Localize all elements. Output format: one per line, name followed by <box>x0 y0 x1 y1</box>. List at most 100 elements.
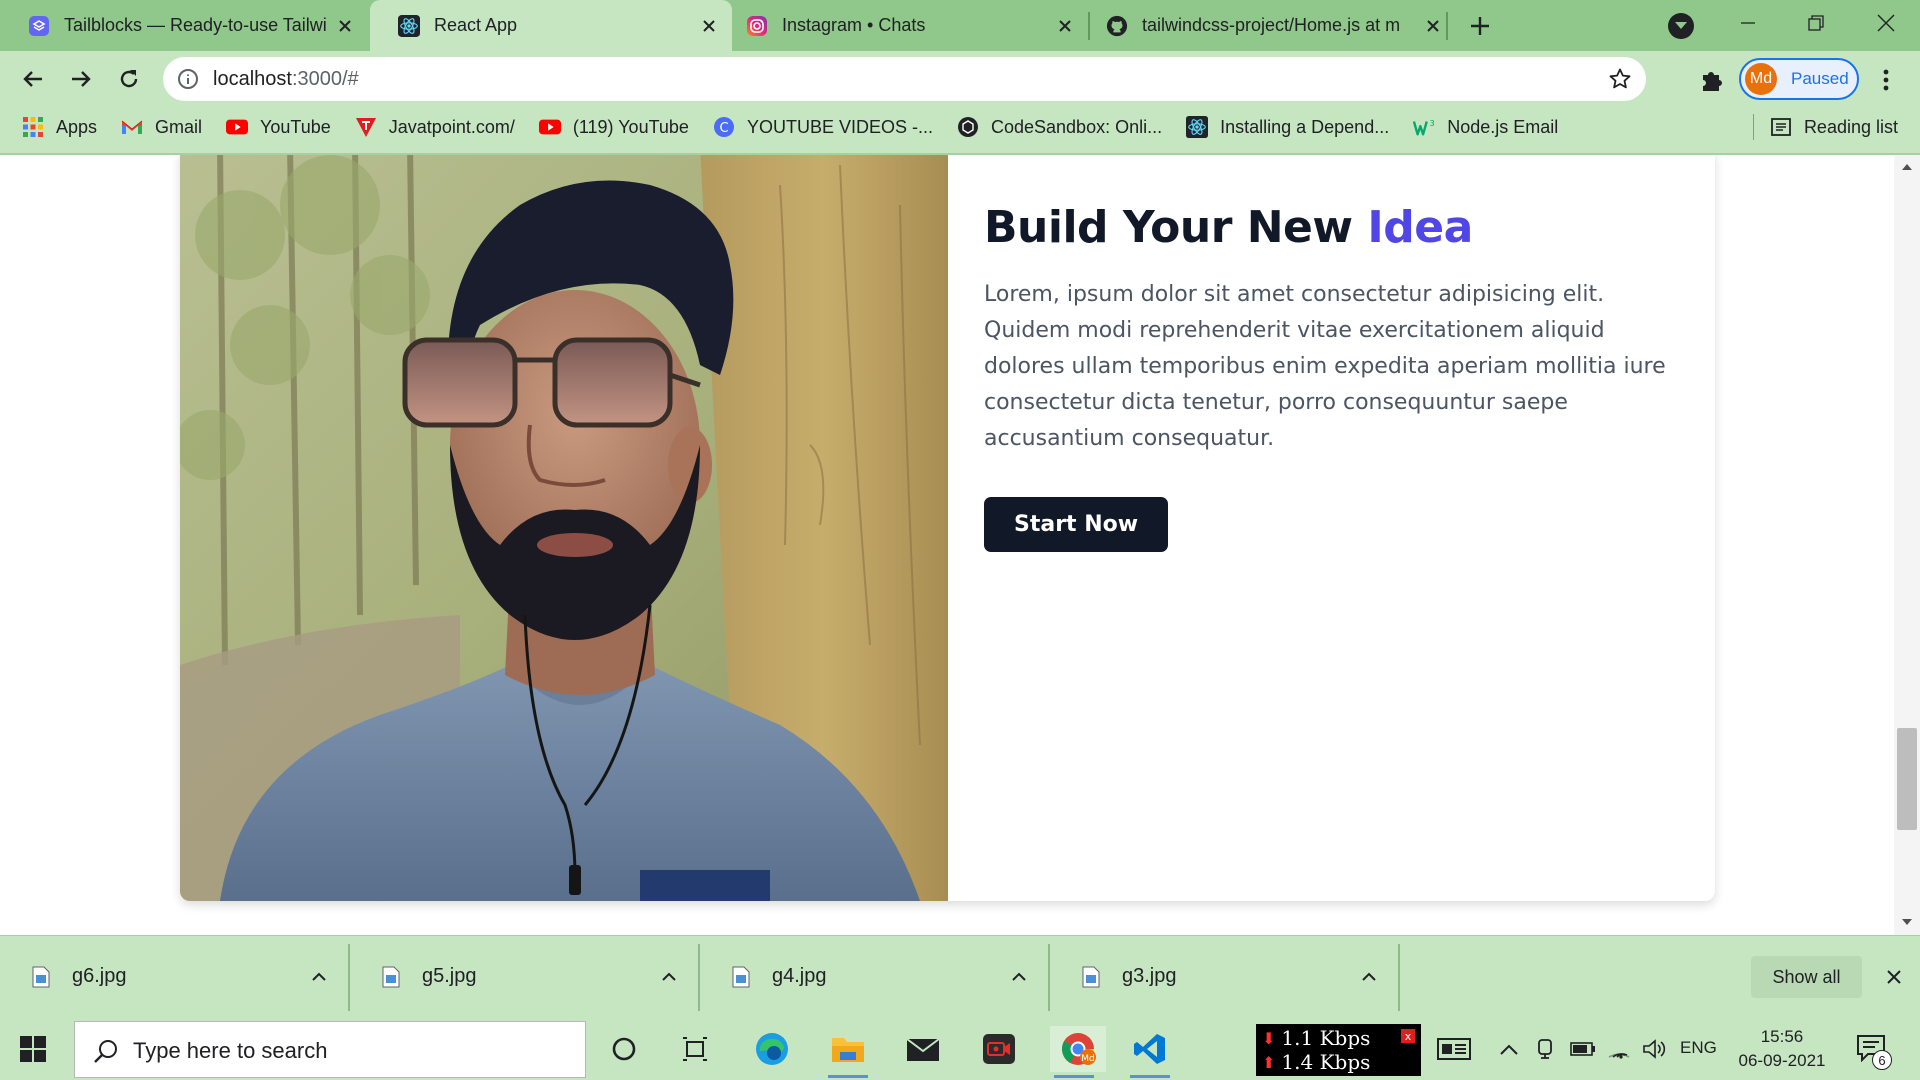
site-info-icon[interactable] <box>177 68 199 90</box>
show-hidden-icons[interactable] <box>1499 1036 1519 1062</box>
bookmark-nodejs-email[interactable]: 3 Node.js Email <box>1413 116 1558 138</box>
windows-taskbar: Type here to search Md ⬇ 1.1 Kbps ⬆ 1.4 Kb… <box>0 1018 1920 1080</box>
chevron-up-icon[interactable] <box>1010 968 1028 986</box>
downloads-shelf: g6.jpg g5.jpg g4.jpg g3.jpg Show all <box>0 935 1920 1018</box>
download-item[interactable]: g5.jpg <box>350 936 700 1019</box>
tab-tailblocks[interactable]: Tailblocks — Ready-to-use Tailwi <box>0 0 368 51</box>
scroll-down-icon[interactable] <box>1898 915 1916 929</box>
system-clock[interactable]: 15:56 06-09-2021 <box>1736 1025 1828 1073</box>
tab-instagram[interactable]: Instagram • Chats <box>718 0 1088 51</box>
download-item[interactable]: g6.jpg <box>0 936 350 1019</box>
bookmark-javatpoint[interactable]: Javatpoint.com/ <box>355 116 515 138</box>
bookmark-youtube[interactable]: YouTube <box>226 116 331 138</box>
download-filename: g4.jpg <box>772 965 827 987</box>
arrow-up-icon: ⬆ <box>1262 1052 1276 1072</box>
bookmark-gmail[interactable]: Gmail <box>121 116 202 138</box>
close-downloads-icon[interactable] <box>1882 965 1906 989</box>
reload-icon[interactable] <box>112 62 146 96</box>
back-arrow-icon[interactable] <box>16 62 50 96</box>
net-download-row: ⬇ 1.1 Kbps <box>1262 1026 1370 1050</box>
taskbar-search-box[interactable]: Type here to search <box>74 1021 586 1078</box>
tab-title: tailwindcss-project/Home.js at m <box>1142 15 1401 35</box>
battery-icon[interactable] <box>1570 1036 1596 1062</box>
reading-list-button[interactable]: Reading list <box>1752 107 1898 147</box>
input-language[interactable]: ENG <box>1680 1038 1717 1058</box>
windows-start-icon[interactable] <box>18 1034 48 1064</box>
new-tab-plus-icon[interactable] <box>1466 12 1494 40</box>
tab-react-app[interactable]: React App <box>370 0 732 51</box>
vscode-icon[interactable] <box>1126 1026 1174 1078</box>
tailblocks-favicon-icon <box>28 15 50 37</box>
github-favicon-icon <box>1106 15 1128 37</box>
chevron-up-icon[interactable] <box>1360 968 1378 986</box>
edge-browser-icon[interactable] <box>748 1026 796 1072</box>
net-upload-row: ⬆ 1.4 Kbps <box>1262 1050 1370 1074</box>
tab-title: Instagram • Chats <box>782 15 926 35</box>
screen-recorder-icon[interactable] <box>975 1026 1023 1072</box>
bookmark-label: CodeSandbox: Onli... <box>990 116 1163 137</box>
extensions-puzzle-icon[interactable] <box>1697 65 1727 95</box>
scrollbar-thumb[interactable] <box>1897 728 1917 830</box>
javatpoint-icon <box>355 116 377 138</box>
w3schools-icon: 3 <box>1413 116 1435 138</box>
news-widget-icon[interactable] <box>1436 1036 1472 1062</box>
bookmark-codesandbox[interactable]: CodeSandbox: Onli... <box>957 116 1162 138</box>
bookmark-label: Gmail <box>155 116 203 137</box>
hero-card: Build Your New Idea Lorem, ipsum dolor s… <box>180 155 1715 901</box>
profile-button[interactable]: Md Paused <box>1739 58 1859 100</box>
c-circle-icon: C <box>713 116 735 138</box>
mail-icon[interactable] <box>899 1026 947 1072</box>
wifi-icon[interactable] <box>1607 1036 1631 1062</box>
tab-separator <box>1088 12 1090 40</box>
tab-close-icon[interactable] <box>698 15 720 37</box>
download-item[interactable]: g4.jpg <box>700 936 1050 1019</box>
codesandbox-icon <box>957 116 979 138</box>
tab-search-icon[interactable] <box>1668 13 1694 39</box>
bookmark-label: (119) YouTube <box>572 116 689 137</box>
bookmark-label: Node.js Email <box>1447 116 1559 137</box>
volume-icon[interactable] <box>1642 1036 1666 1062</box>
hero-paragraph: Lorem, ipsum dolor sit amet consectetur … <box>984 281 1666 451</box>
net-monitor-close[interactable]: x <box>1401 1029 1415 1043</box>
chevron-up-icon[interactable] <box>660 968 678 986</box>
image-file-icon <box>732 966 750 988</box>
gmail-icon <box>121 116 143 138</box>
bookmarks-bar: Apps Gmail YouTube Javatpoint.com/ (119)… <box>0 107 1920 147</box>
restore-icon[interactable] <box>1796 8 1836 38</box>
minimize-icon[interactable] <box>1728 8 1768 38</box>
bookmark-youtube-119[interactable]: (119) YouTube <box>538 116 689 138</box>
tab-close-icon[interactable] <box>1422 15 1444 37</box>
download-item[interactable]: g3.jpg <box>1050 936 1400 1019</box>
close-window-icon[interactable] <box>1866 8 1906 38</box>
browser-toolbar: localhost:3000/# Md Paused Apps Gmail Yo… <box>0 51 1920 155</box>
chevron-up-icon[interactable] <box>310 968 328 986</box>
cortana-icon[interactable] <box>600 1026 648 1072</box>
tab-github[interactable]: tailwindcss-project/Home.js at m <box>1092 0 1456 51</box>
youtube-icon <box>226 116 249 138</box>
show-all-button[interactable]: Show all <box>1751 956 1862 998</box>
bookmark-label: Apps <box>56 116 98 137</box>
clock-time: 15:56 <box>1760 1027 1804 1046</box>
reading-list-label: Reading list <box>1803 116 1898 137</box>
bookmark-youtube-videos[interactable]: C YOUTUBE VIDEOS -... <box>713 116 933 138</box>
forward-arrow-icon[interactable] <box>64 62 98 96</box>
address-bar[interactable]: localhost:3000/# <box>163 57 1646 101</box>
chrome-menu-icon[interactable] <box>1874 65 1898 95</box>
file-explorer-icon[interactable] <box>824 1026 872 1078</box>
tab-close-icon[interactable] <box>1054 15 1076 37</box>
bookmark-label: YouTube <box>260 116 331 137</box>
bookmark-apps[interactable]: Apps <box>22 116 97 138</box>
scroll-up-icon[interactable] <box>1898 160 1916 174</box>
tab-close-icon[interactable] <box>334 15 356 37</box>
bookmark-star-icon[interactable] <box>1608 67 1632 91</box>
tab-title: Tailblocks — Ready-to-use Tailwi <box>64 15 326 35</box>
chrome-taskbar-icon[interactable]: Md <box>1050 1026 1106 1078</box>
task-view-icon[interactable] <box>671 1026 719 1072</box>
image-file-icon <box>1082 966 1100 988</box>
start-now-button[interactable]: Start Now <box>984 496 1169 552</box>
svg-text:C: C <box>719 121 728 136</box>
page-viewport: Build Your New Idea Lorem, ipsum dolor s… <box>0 155 1920 935</box>
meet-now-icon[interactable] <box>1535 1036 1555 1062</box>
bookmark-installing-dependency[interactable]: Installing a Depend... <box>1186 116 1389 138</box>
action-center-icon[interactable]: 6 <box>1856 1034 1892 1070</box>
